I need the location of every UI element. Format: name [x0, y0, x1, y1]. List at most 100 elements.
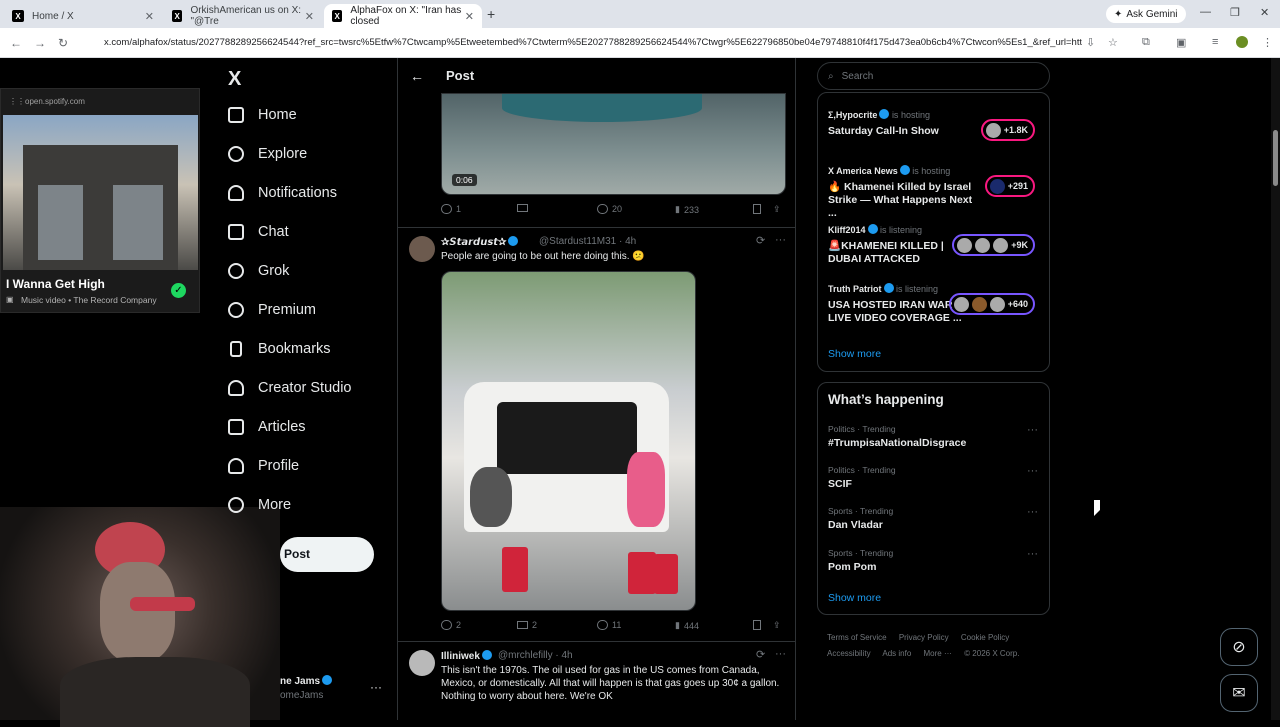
bookmark-icon [230, 341, 242, 357]
chrome-menu-icon[interactable]: ⋮ [1262, 36, 1273, 49]
video-player[interactable]: 0:06 [441, 93, 786, 195]
reload-icon[interactable]: ↻ [58, 36, 68, 50]
space-item[interactable]: Truth Patriot is listening USA HOSTED IR… [828, 283, 1043, 325]
repost-button[interactable] [517, 204, 532, 212]
repost-icon [517, 204, 528, 212]
author-name[interactable]: Illiniwek [441, 650, 492, 662]
trend-item[interactable]: Sports · Trending Dan Vladar ··· [828, 506, 1038, 531]
author-handle[interactable]: @Stardust11M31 · 4h [539, 236, 636, 247]
trend-more-icon[interactable]: ··· [1027, 548, 1038, 560]
account-switcher[interactable]: ne Jams omeJams [280, 675, 333, 701]
avatar[interactable] [409, 650, 435, 676]
nav-grok[interactable]: Grok [228, 263, 289, 279]
browser-tab[interactable]: X Home / X ✕ [4, 4, 162, 28]
grip-icon[interactable]: ⋮⋮ [9, 97, 25, 106]
reply-button[interactable]: 1 [441, 204, 461, 214]
post-more-icon[interactable]: ··· [775, 234, 786, 246]
ask-gemini-button[interactable]: ✦ Ask Gemini [1106, 5, 1186, 23]
like-button[interactable]: 20 [597, 204, 622, 214]
nav-premium[interactable]: Premium [228, 302, 316, 318]
nav-articles[interactable]: Articles [228, 419, 306, 435]
trend-item[interactable]: Sports · Trending Pom Pom ··· [828, 548, 1038, 573]
footer-link-terms[interactable]: Terms of Service [827, 633, 887, 642]
footer-link-more[interactable]: More ··· [924, 649, 952, 658]
bookmark-star-icon[interactable]: ☆ [1108, 36, 1118, 49]
account-more-icon[interactable]: ··· [370, 680, 382, 694]
install-icon[interactable]: ⇩ [1086, 36, 1095, 49]
messages-fab-button[interactable]: ✉ [1220, 674, 1258, 712]
like-button[interactable]: 11 [597, 620, 621, 630]
trend-item[interactable]: Politics · Trending #TrumpisaNationalDis… [828, 424, 1038, 449]
share-button[interactable]: ⇪ [773, 620, 781, 631]
new-tab-icon[interactable]: + [487, 6, 495, 22]
show-more-link[interactable]: Show more [828, 348, 881, 360]
author-name[interactable]: ✰𝙎𝙩𝙖𝙧𝙙𝙪𝙨𝙩✰ [441, 236, 519, 248]
repost-icon [517, 621, 528, 629]
x-favicon-icon: X [12, 10, 24, 22]
back-arrow-icon[interactable]: ← [410, 68, 424, 84]
search-input[interactable]: ⌕ Search [817, 62, 1050, 90]
trunk-shape [497, 402, 637, 474]
footer-link-privacy[interactable]: Privacy Policy [899, 633, 949, 642]
nav-label: Home [258, 107, 297, 123]
close-icon[interactable]: ✕ [465, 10, 474, 23]
nav-chat[interactable]: Chat [228, 224, 289, 240]
window-close-icon[interactable]: ✕ [1260, 6, 1269, 19]
nav-bookmarks[interactable]: Bookmarks [228, 341, 331, 357]
author-handle[interactable]: @mrchlefilly · 4h [498, 650, 573, 661]
grok-fab-button[interactable]: ⊘ [1220, 628, 1258, 666]
section-title: What’s happening [828, 392, 944, 407]
views-icon: ▮ [675, 204, 680, 214]
nav-explore[interactable]: Explore [228, 146, 307, 162]
nav-home[interactable]: Home [228, 107, 297, 123]
space-item[interactable]: X America News is hosting 🔥 Khamenei Kil… [828, 165, 1043, 220]
bookmark-button[interactable] [753, 204, 761, 214]
close-icon[interactable]: ✕ [305, 10, 314, 23]
browser-tab-active[interactable]: X AlphaFox on X: "Iran has closed ✕ [324, 4, 482, 28]
address-bar[interactable]: x.com/alphafox/status/202778828925662454… [82, 32, 1082, 54]
avatar[interactable] [409, 236, 435, 262]
forward-icon[interactable]: → [34, 36, 46, 50]
nav-profile[interactable]: Profile [228, 458, 299, 474]
post-image[interactable] [441, 271, 696, 611]
back-icon[interactable]: ← [10, 36, 22, 50]
sidepanel-icon[interactable]: ▣ [1176, 36, 1186, 49]
profile-avatar-icon[interactable] [1236, 36, 1248, 48]
nav-creator-studio[interactable]: Creator Studio [228, 380, 352, 396]
extensions-icon[interactable]: ⧉ [1142, 36, 1150, 49]
footer-link-ads[interactable]: Ads info [882, 649, 911, 658]
nav-more[interactable]: More [228, 497, 291, 513]
x-logo[interactable]: X [228, 68, 241, 91]
nav-notifications[interactable]: Notifications [228, 185, 337, 201]
page-title: Post [446, 68, 475, 83]
verified-icon [508, 236, 519, 246]
saved-check-icon[interactable]: ✓ [171, 283, 186, 298]
footer-link-accessibility[interactable]: Accessibility [827, 649, 871, 658]
views-button[interactable]: ▮ 444 [675, 620, 699, 631]
bookmark-button[interactable] [753, 620, 761, 630]
post-button[interactable]: Post [280, 537, 374, 572]
show-more-link[interactable]: Show more [828, 592, 881, 604]
reply-button[interactable]: 2 [441, 620, 461, 630]
trend-more-icon[interactable]: ··· [1027, 506, 1038, 518]
trend-more-icon[interactable]: ··· [1027, 424, 1038, 436]
post-more-icon[interactable]: ··· [775, 648, 786, 660]
views-button[interactable]: ▮ 233 [675, 204, 699, 215]
share-button[interactable]: ⇪ [773, 204, 781, 215]
grok-post-icon[interactable]: ⟳ [756, 648, 765, 661]
scrollbar-thumb[interactable] [1273, 130, 1278, 186]
trend-item[interactable]: Politics · Trending SCIF ··· [828, 465, 1038, 490]
space-item[interactable]: Σ,Hypocrite is hosting Saturday Call-In … [828, 109, 1043, 141]
close-icon[interactable]: ✕ [145, 10, 154, 23]
repost-button[interactable]: 2 [517, 620, 537, 630]
grok-post-icon[interactable]: ⟳ [756, 234, 765, 247]
trend-topic: Pom Pom [828, 561, 877, 573]
footer-link-cookie[interactable]: Cookie Policy [961, 633, 1009, 642]
browser-tab[interactable]: X OrkishAmerican us on X: "@Tre ✕ [164, 4, 322, 28]
spotify-miniplayer[interactable]: ⋮⋮ open.spotify.com I Wanna Get High ▣ M… [0, 88, 200, 313]
space-item[interactable]: Kliff2014 is listening 🚨KHAMENEI KILLED … [828, 224, 1043, 266]
media-icon[interactable]: ≡ [1212, 36, 1218, 48]
trend-more-icon[interactable]: ··· [1027, 465, 1038, 477]
minimize-icon[interactable]: — [1200, 6, 1211, 18]
restore-icon[interactable]: ❐ [1230, 6, 1240, 19]
